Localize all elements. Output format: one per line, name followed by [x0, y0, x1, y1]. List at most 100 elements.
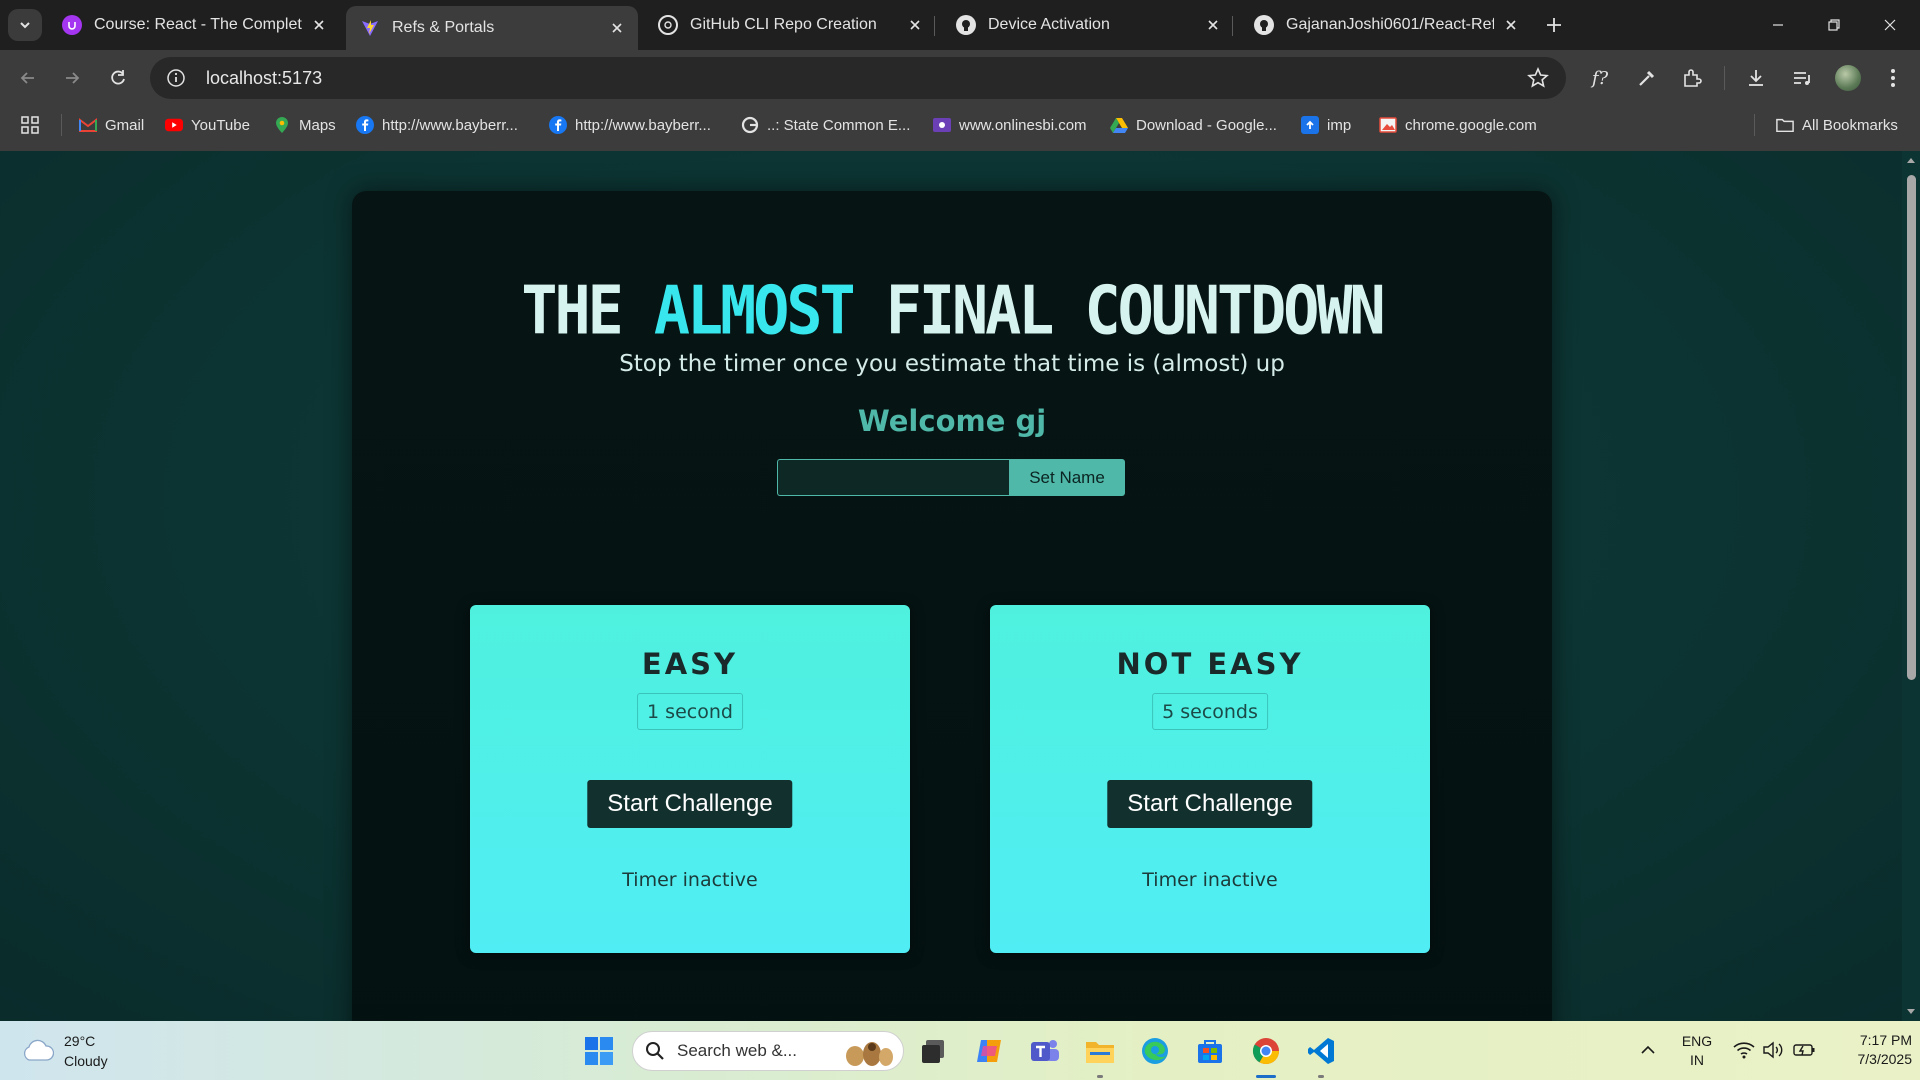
chrome-button[interactable]: [1249, 1034, 1283, 1068]
more-menu-icon[interactable]: [1879, 64, 1907, 92]
close-icon[interactable]: [1502, 16, 1520, 34]
close-icon[interactable]: [906, 16, 924, 34]
restore-icon: [1828, 19, 1840, 31]
tab-refs-portals[interactable]: Refs & Portals: [346, 6, 638, 50]
file-explorer-button[interactable]: [1083, 1034, 1117, 1068]
udemy-icon: [62, 15, 82, 35]
scroll-down-icon[interactable]: [1906, 1007, 1916, 1017]
tab-label: GajananJoshi0601/React-Refs-C: [1286, 16, 1494, 33]
bookmark-imp[interactable]: imp: [1301, 112, 1351, 138]
edge-button[interactable]: [1138, 1034, 1172, 1068]
search-highlight-icon: [846, 1042, 893, 1066]
reload-button[interactable]: [102, 62, 134, 94]
teams-button[interactable]: [1028, 1034, 1062, 1068]
apps-button[interactable]: [20, 112, 40, 138]
media-controls-icon[interactable]: [1788, 64, 1816, 92]
welcome-heading: Welcome gj: [857, 404, 1047, 438]
start-challenge-button[interactable]: Start Challenge: [587, 780, 793, 828]
page-title: THE ALMOST FINAL COUNTDOWN: [352, 272, 1552, 350]
address-bar[interactable]: localhost:5173: [150, 57, 1566, 99]
vscode-running-indicator: [1318, 1075, 1324, 1078]
scroll-up-icon[interactable]: [1906, 155, 1916, 165]
input-language[interactable]: ENG IN: [1678, 1032, 1716, 1070]
bookmark-chrome-google[interactable]: chrome.google.com: [1379, 112, 1537, 138]
title-accent: ALMOST: [653, 271, 856, 351]
back-button[interactable]: [12, 62, 44, 94]
taskbar-search[interactable]: Search web &...: [632, 1031, 904, 1071]
folder-icon: [1776, 116, 1794, 134]
vscode-icon: [1308, 1038, 1334, 1064]
profile-avatar[interactable]: [1835, 65, 1861, 91]
tab-github-repo[interactable]: GajananJoshi0601/React-Refs-C: [1240, 7, 1532, 43]
bookmark-bayberry-1[interactable]: http://www.bayberr...: [356, 112, 518, 138]
chatgpt-icon: [658, 15, 678, 35]
forward-button[interactable]: [56, 62, 88, 94]
clock-date: 7/3/2025: [1857, 1051, 1913, 1067]
bookmark-star-icon[interactable]: [1526, 66, 1550, 90]
download-icon[interactable]: [1742, 64, 1770, 92]
close-window-button[interactable]: [1862, 0, 1918, 50]
weather-temperature: 29°C: [64, 1033, 96, 1049]
bookmark-state-common[interactable]: ..: State Common E...: [741, 112, 910, 138]
bookmark-label: www.onlinesbi.com: [959, 116, 1087, 134]
player-name-input[interactable]: [777, 459, 1009, 496]
tab-search-button[interactable]: [8, 9, 42, 41]
store-icon: [1198, 1040, 1222, 1063]
bookmark-google-drive[interactable]: Download - Google...: [1110, 112, 1277, 138]
bookmark-bayberry-2[interactable]: http://www.bayberr...: [549, 112, 711, 138]
title-suffix: FINAL COUNTDOWN: [852, 271, 1386, 351]
tab-github-cli[interactable]: GitHub CLI Repo Creation: [644, 7, 936, 43]
formula-extension-icon[interactable]: f?: [1586, 64, 1614, 92]
page-subtitle: Stop the timer once you estimate that ti…: [619, 351, 1285, 377]
edge-icon: [1142, 1038, 1168, 1064]
set-name-button[interactable]: Set Name: [1009, 459, 1125, 496]
teams-icon: [1031, 1040, 1059, 1061]
battery-icon[interactable]: [1792, 1041, 1816, 1059]
tab-label: Refs & Portals: [392, 19, 495, 36]
close-icon[interactable]: [608, 19, 626, 37]
bookmark-onlinesbi[interactable]: www.onlinesbi.com: [933, 112, 1087, 138]
weather-condition: Cloudy: [64, 1053, 108, 1069]
language-code: ENG: [1681, 1033, 1713, 1049]
task-view-button[interactable]: [916, 1034, 950, 1068]
tab-label: Course: React - The Complete Guide: [94, 16, 302, 33]
eyedropper-icon[interactable]: [1633, 64, 1661, 92]
url-text[interactable]: localhost:5173: [206, 68, 322, 89]
extensions-puzzle-icon[interactable]: [1678, 64, 1706, 92]
challenge-card-not-easy: NOT EASY 5 seconds Start Challenge Timer…: [990, 605, 1430, 953]
close-icon[interactable]: [1204, 16, 1222, 34]
tab-react-course[interactable]: Course: React - The Complete Guide: [48, 7, 340, 43]
windows-taskbar: 29°C Cloudy Search web &... ENG IN 7:17 …: [0, 1021, 1920, 1080]
start-challenge-button[interactable]: Start Challenge: [1107, 780, 1313, 828]
reload-icon: [111, 70, 125, 85]
chevron-up-icon[interactable]: [1640, 1043, 1656, 1057]
new-tab-icon[interactable]: [1540, 11, 1568, 39]
close-icon[interactable]: [310, 16, 328, 34]
bookmark-maps[interactable]: Maps: [273, 112, 336, 138]
clock[interactable]: 7:17 PM 7/3/2025: [1822, 1031, 1913, 1069]
arrow-right-icon: [66, 72, 80, 84]
apps-grid-icon: [21, 116, 39, 134]
bookmark-youtube[interactable]: YouTube: [165, 112, 250, 138]
scroll-thumb[interactable]: [1907, 175, 1916, 680]
wifi-icon[interactable]: [1733, 1041, 1755, 1059]
page-scrollbar[interactable]: [1902, 151, 1920, 1021]
youtube-icon: [165, 116, 183, 134]
volume-icon[interactable]: [1762, 1041, 1784, 1059]
all-bookmarks-button[interactable]: All Bookmarks: [1776, 112, 1898, 138]
bookmark-gmail[interactable]: Gmail: [79, 112, 144, 138]
timer-status: Timer inactive: [1142, 869, 1278, 891]
tab-device-activation[interactable]: Device Activation: [942, 7, 1234, 43]
bookmark-label: Download - Google...: [1136, 116, 1277, 134]
toolbar-separator: [1724, 66, 1725, 90]
windows-logo-icon: [585, 1037, 613, 1065]
restore-button[interactable]: [1806, 0, 1862, 50]
site-info-icon[interactable]: [164, 66, 188, 90]
clock-time: 7:17 PM: [1859, 1032, 1912, 1048]
copilot-button[interactable]: [972, 1034, 1006, 1068]
microsoft-store-button[interactable]: [1193, 1034, 1227, 1068]
minimize-button[interactable]: [1750, 0, 1806, 50]
vscode-button[interactable]: [1304, 1034, 1338, 1068]
weather-widget[interactable]: 29°C Cloudy: [20, 1031, 108, 1071]
start-button[interactable]: [582, 1034, 616, 1068]
